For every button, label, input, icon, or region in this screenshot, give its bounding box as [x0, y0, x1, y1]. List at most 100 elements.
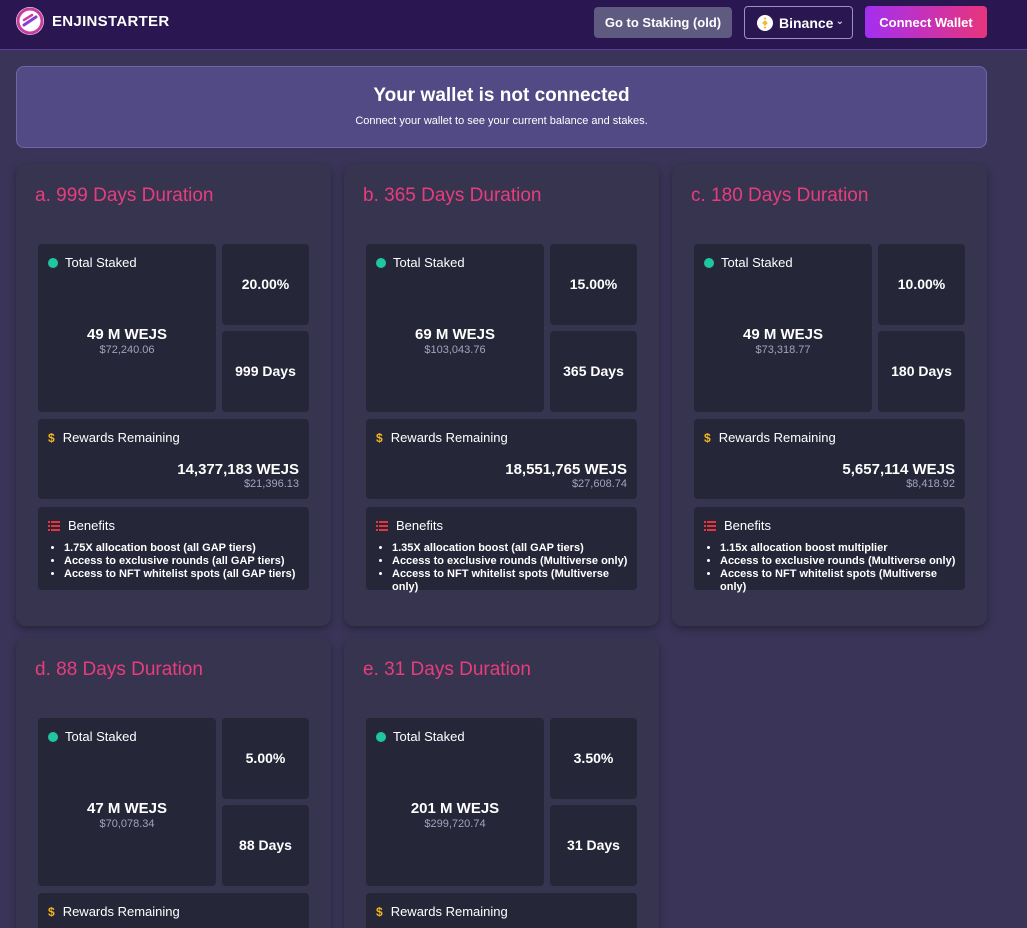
duration-box: 999 Days [222, 331, 309, 412]
rewards-usd: $8,418.92 [906, 478, 955, 490]
benefits-box: Benefits 1.15x allocation boost multipli… [694, 507, 965, 593]
benefits-label: Benefits [724, 518, 771, 533]
network-select[interactable]: Binance ⌄ [744, 6, 853, 39]
benefit-item: Access to exclusive rounds (Multiverse o… [720, 555, 965, 568]
wallet-status-title: Your wallet is not connected [373, 85, 630, 106]
duration-value: 365 Days [563, 363, 624, 379]
benefit-item: Access to NFT whitelist spots (all GAP t… [64, 568, 295, 581]
total-staked-box: Total Staked 49 M WEJS $73,318.77 [694, 244, 872, 412]
total-staked-usd: $103,043.76 [424, 344, 486, 356]
total-staked-box: Total Staked 69 M WEJS $103,043.76 [366, 244, 544, 412]
enjinstarter-logo-icon [16, 7, 44, 35]
dollar-icon: $ [704, 430, 711, 445]
benefits-list: 1.75X allocation boost (all GAP tiers) A… [64, 542, 295, 581]
total-staked-label: Total Staked [65, 729, 137, 744]
total-staked-value: 47 M WEJS [86, 800, 168, 817]
rewards-value: 5,657,114 WEJS [842, 461, 955, 478]
wallet-status-banner: Your wallet is not connected Connect you… [16, 66, 987, 148]
pool-title: c. 180 Days Duration [691, 185, 869, 206]
duration-value: 180 Days [891, 363, 952, 379]
duration-box: 31 Days [550, 805, 637, 886]
rewards-value: 18,551,765 WEJS [505, 461, 627, 478]
benefits-box: Benefits 1.35X allocation boost (all GAP… [366, 507, 637, 593]
apy-value: 10.00% [897, 276, 946, 292]
benefit-item: 1.35X allocation boost (all GAP tiers) [392, 542, 637, 555]
total-staked-usd: $299,720.74 [424, 818, 486, 830]
status-dot-icon [376, 731, 386, 742]
total-staked-box: Total Staked 49 M WEJS $72,240.06 [38, 244, 216, 412]
rewards-label: Rewards Remaining [390, 904, 508, 919]
total-staked-value: 201 M WEJS [410, 800, 500, 817]
rewards-box: $ Rewards Remaining 14,377,183 WEJS $21,3… [38, 419, 309, 499]
benefit-item: Access to NFT whitelist spots (Multivers… [392, 568, 637, 594]
dollar-icon: $ [48, 904, 55, 919]
pool-card-180-days: c. 180 Days Duration Total Staked 49 M W… [672, 164, 987, 626]
pool-card-999-days: a. 999 Days Duration Total Staked 49 M W… [16, 164, 331, 626]
benefits-list: 1.15x allocation boost multiplier Access… [720, 542, 965, 594]
total-staked-label: Total Staked [65, 255, 137, 270]
status-dot-icon [376, 257, 386, 268]
binance-icon [757, 14, 773, 31]
pool-card-365-days: b. 365 Days Duration Total Staked 69 M W… [344, 164, 659, 626]
rewards-label: Rewards Remaining [62, 904, 180, 919]
rewards-box: $ Rewards Remaining 5,657,114 WEJS $8,418… [694, 419, 965, 499]
total-staked-label: Total Staked [393, 729, 465, 744]
duration-value: 88 Days [239, 837, 292, 853]
total-staked-box: Total Staked 47 M WEJS $70,078.34 [38, 718, 216, 886]
rewards-box: $ Rewards Remaining [366, 893, 637, 928]
rewards-usd: $21,396.13 [243, 478, 299, 490]
list-icon [704, 520, 716, 531]
duration-box: 180 Days [878, 331, 965, 412]
status-dot-icon [48, 257, 58, 268]
pool-card-88-days: d. 88 Days Duration Total Staked 47 M WE… [16, 638, 331, 928]
duration-value: 999 Days [235, 363, 296, 379]
top-navbar: ENJINSTARTER Go to Staking (old) Binance… [0, 0, 1027, 50]
benefit-item: Access to NFT whitelist spots (Multivers… [720, 568, 965, 594]
duration-value: 31 Days [567, 837, 620, 853]
duration-box: 365 Days [550, 331, 637, 412]
total-staked-usd: $72,240.06 [99, 344, 155, 356]
benefits-box: Benefits 1.75X allocation boost (all GAP… [38, 507, 309, 590]
rewards-label: Rewards Remaining [62, 430, 180, 445]
status-dot-icon [48, 731, 58, 742]
apy-box: 5.00% [222, 718, 309, 799]
apy-value: 5.00% [245, 750, 286, 766]
apy-box: 20.00% [222, 244, 309, 325]
benefits-list: 1.35X allocation boost (all GAP tiers) A… [392, 542, 637, 594]
chevron-down-icon: ⌄ [835, 16, 844, 27]
benefit-item: 1.15x allocation boost multiplier [720, 542, 965, 555]
benefit-item: Access to exclusive rounds (all GAP tier… [64, 555, 295, 568]
network-label: Binance [779, 14, 834, 31]
logo[interactable]: ENJINSTARTER [16, 7, 170, 35]
rewards-box: $ Rewards Remaining 18,551,765 WEJS $27,6… [366, 419, 637, 499]
total-staked-box: Total Staked 201 M WEJS $299,720.74 [366, 718, 544, 886]
total-staked-label: Total Staked [721, 255, 793, 270]
go-to-staking-old-button[interactable]: Go to Staking (old) [594, 7, 732, 38]
rewards-usd: $27,608.74 [571, 478, 627, 490]
wallet-status-subtitle: Connect your wallet to see your current … [355, 115, 648, 127]
pool-title: e. 31 Days Duration [363, 659, 531, 680]
pool-title: d. 88 Days Duration [35, 659, 203, 680]
apy-value: 20.00% [241, 276, 290, 292]
benefits-label: Benefits [396, 518, 443, 533]
total-staked-value: 49 M WEJS [86, 326, 168, 343]
rewards-label: Rewards Remaining [718, 430, 836, 445]
duration-box: 88 Days [222, 805, 309, 886]
benefits-label: Benefits [68, 518, 115, 533]
status-dot-icon [704, 257, 714, 268]
pool-card-31-days: e. 31 Days Duration Total Staked 201 M W… [344, 638, 659, 928]
apy-box: 10.00% [878, 244, 965, 325]
rewards-box: $ Rewards Remaining [38, 893, 309, 928]
total-staked-value: 49 M WEJS [742, 326, 824, 343]
total-staked-label: Total Staked [393, 255, 465, 270]
dollar-icon: $ [48, 430, 55, 445]
logo-text: ENJINSTARTER [52, 12, 170, 30]
apy-value: 3.50% [573, 750, 614, 766]
apy-box: 3.50% [550, 718, 637, 799]
pool-title: b. 365 Days Duration [363, 185, 542, 206]
total-staked-usd: $73,318.77 [755, 344, 811, 356]
dollar-icon: $ [376, 430, 383, 445]
total-staked-value: 69 M WEJS [414, 326, 496, 343]
benefit-item: Access to exclusive rounds (Multiverse o… [392, 555, 637, 568]
connect-wallet-button[interactable]: Connect Wallet [865, 6, 987, 38]
